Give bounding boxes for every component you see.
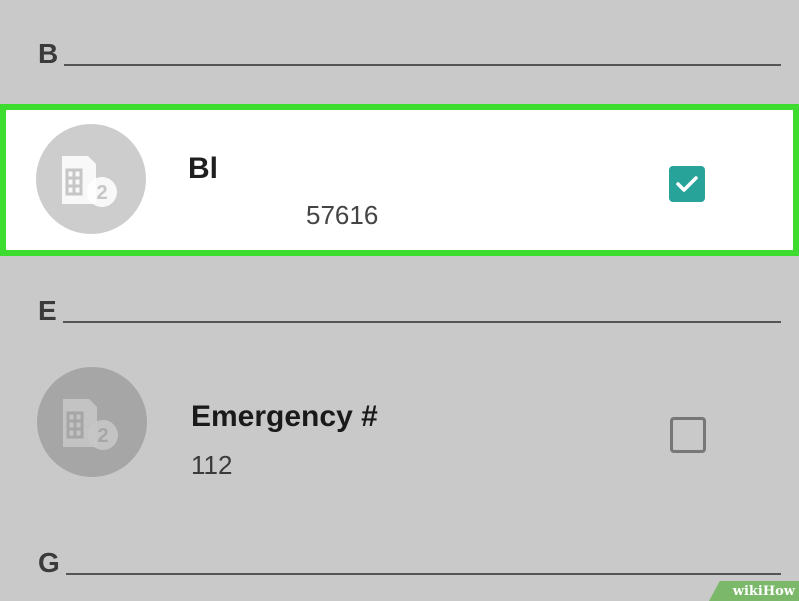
sim-card-2-icon: 2: [62, 156, 117, 207]
sim-card-2-icon: 2: [63, 399, 118, 450]
section-divider: [65, 573, 781, 575]
section-divider: [64, 64, 781, 66]
contact-number: 57616: [306, 200, 379, 230]
contact-name: Emergency #: [191, 400, 378, 433]
section-header-e: E: [38, 297, 781, 325]
contact-checkbox-unchecked[interactable]: [670, 417, 706, 453]
avatar: 2: [36, 124, 146, 234]
contact-checkbox-checked[interactable]: [669, 166, 705, 202]
contact-number: 112: [191, 450, 233, 480]
avatar: 2: [37, 367, 147, 477]
section-header-g: G: [38, 549, 781, 577]
checkmark-icon: [676, 176, 698, 192]
section-divider: [62, 321, 781, 323]
section-letter-g: G: [38, 547, 60, 578]
section-header-b: B: [38, 40, 781, 68]
watermark-text: wikiHow: [732, 584, 795, 599]
section-letter-b: B: [38, 38, 59, 69]
contact-name: Bl: [188, 152, 218, 185]
contact-picker-screen: B 2 Bl 57616 E 2 Emergency # 112 G wikiH…: [0, 0, 799, 601]
section-letter-e: E: [38, 295, 57, 326]
avatar-badge: 2: [97, 425, 108, 447]
contact-row-bl[interactable]: 2 Bl 57616: [0, 104, 799, 256]
contact-row-emergency[interactable]: 2 Emergency # 112: [0, 358, 799, 498]
avatar-badge: 2: [96, 182, 107, 204]
